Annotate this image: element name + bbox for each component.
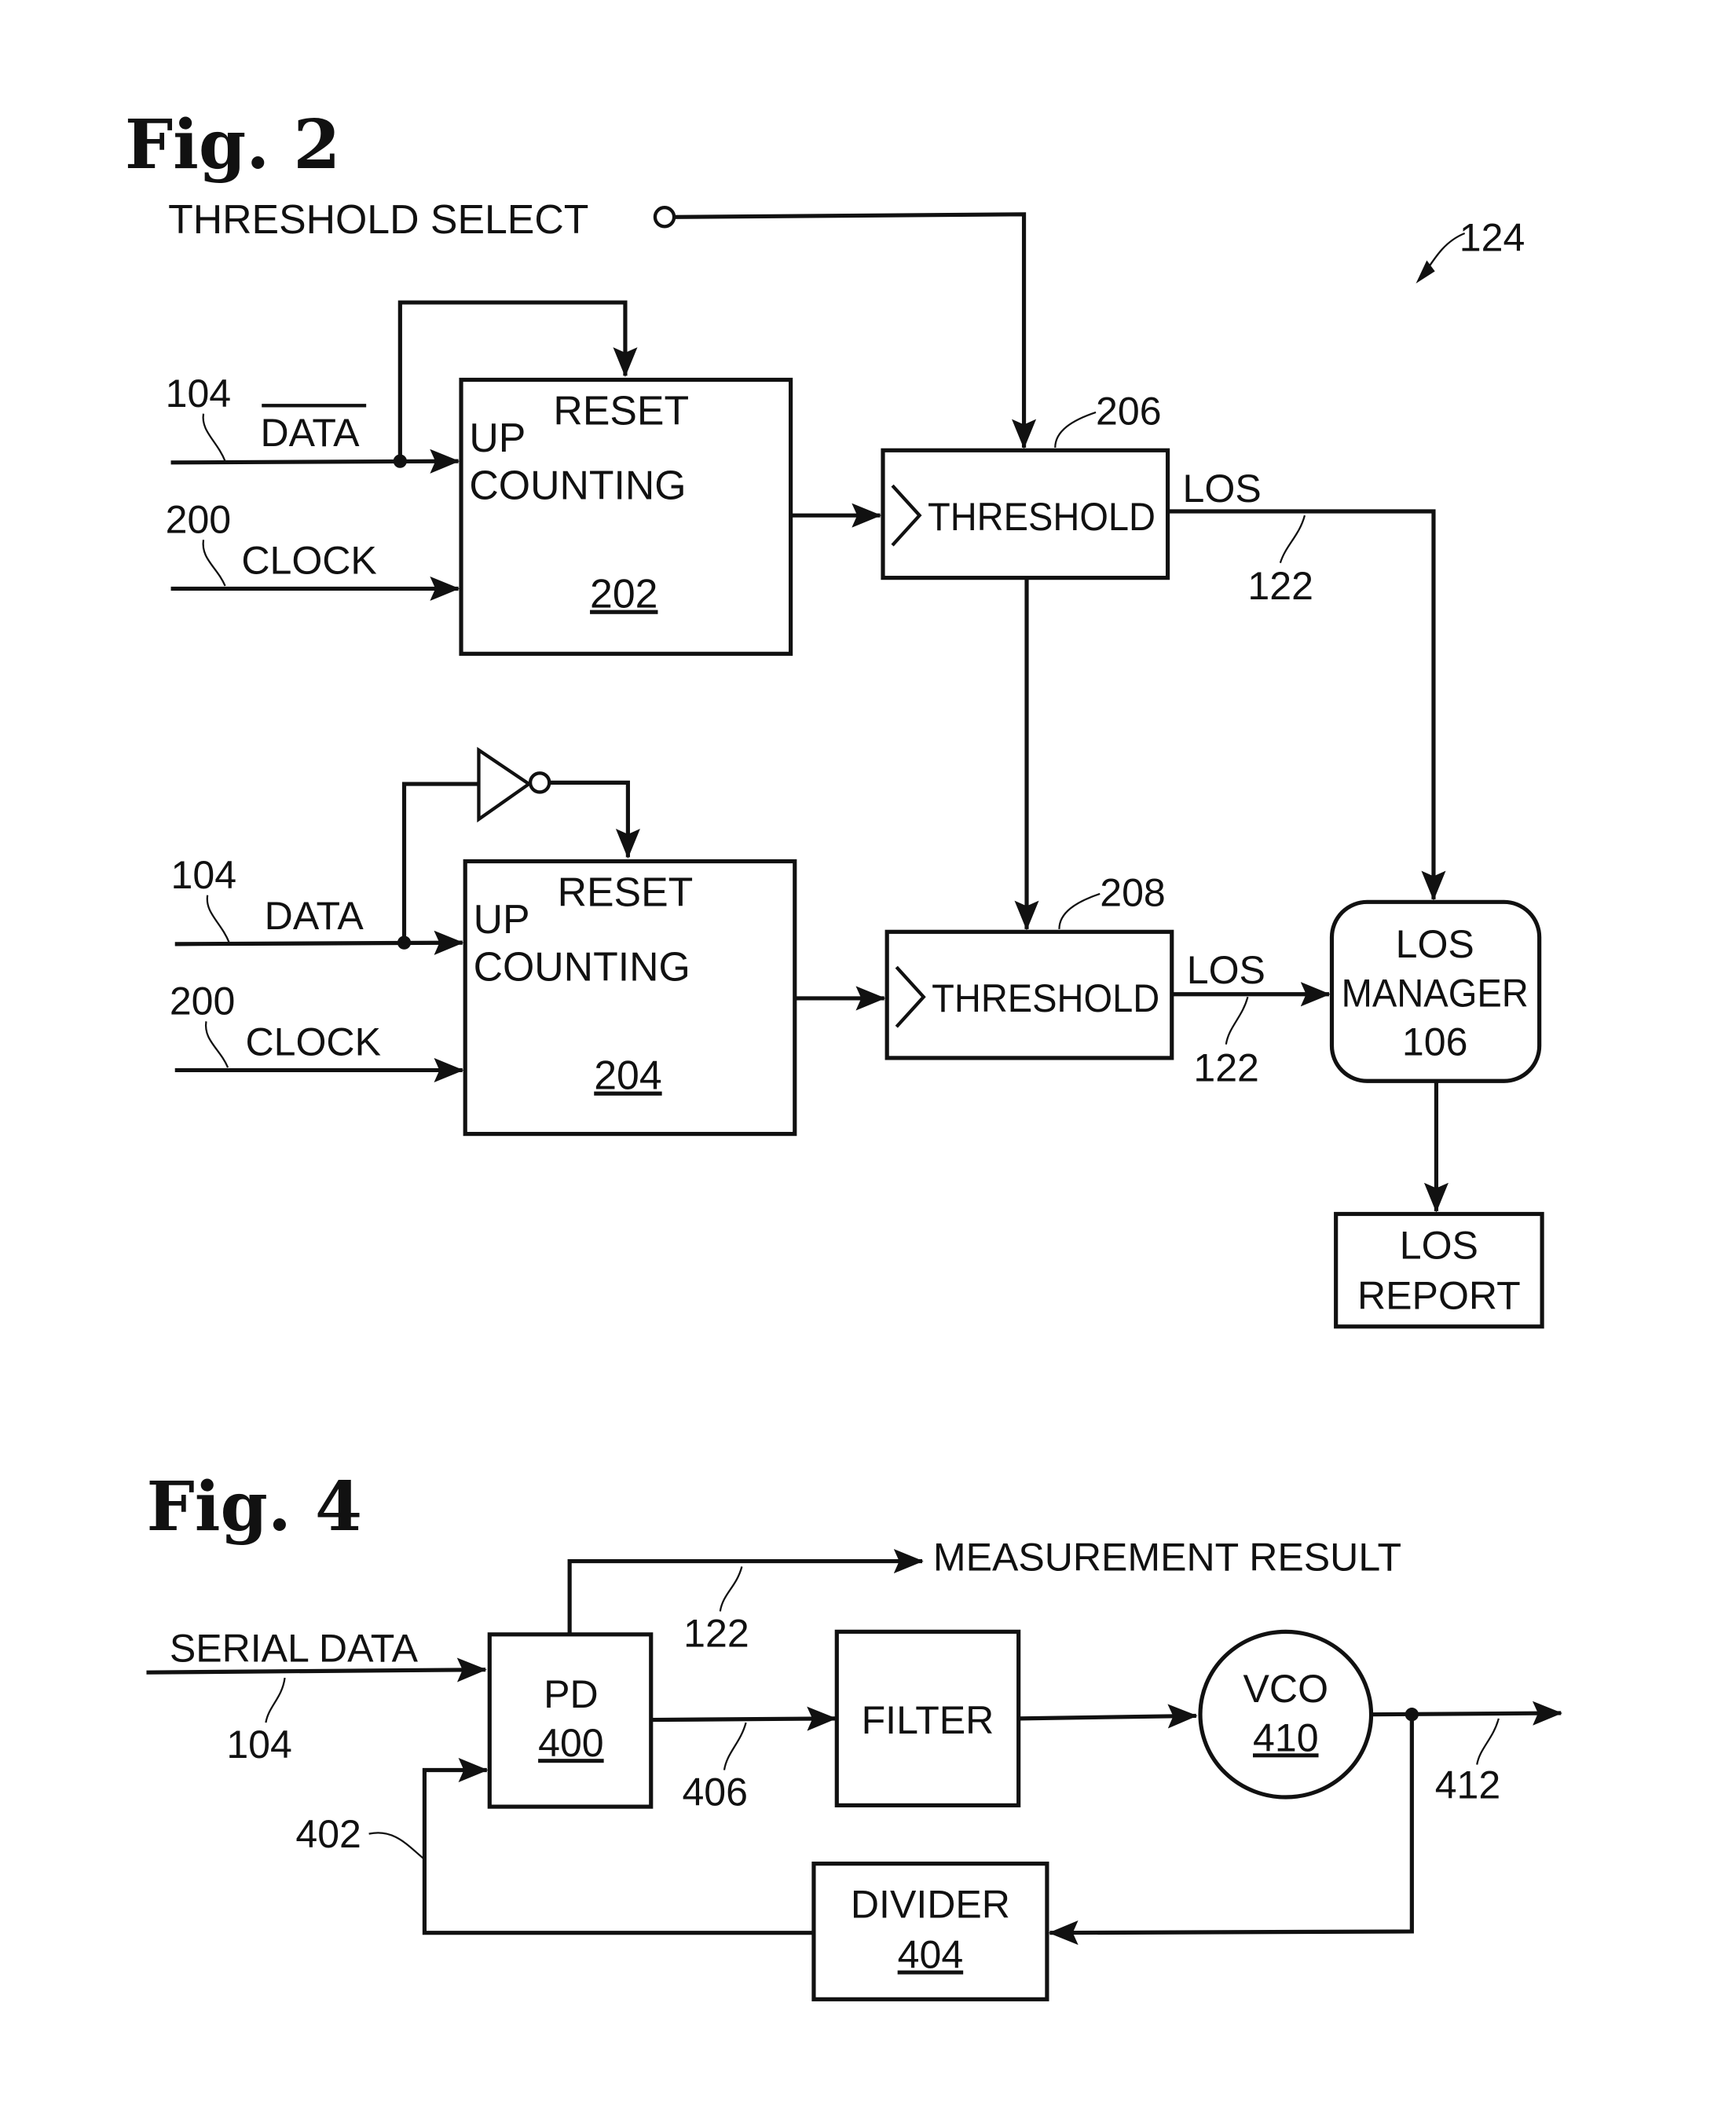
ref-122-bottom-leader (1225, 996, 1249, 1045)
bottom-clock-ref: 200 (170, 979, 236, 1023)
bottom-reset-wire-out (549, 780, 640, 859)
top-counting-label: COUNTING (469, 462, 686, 507)
los-manager-ref: 106 (1402, 1020, 1468, 1064)
bottom-data-leader (206, 895, 230, 943)
ref-124-arrowhead-icon (1416, 260, 1435, 284)
serial-data-wire (146, 1657, 487, 1682)
ref-206-leader (1054, 411, 1097, 448)
bottom-data-ref: 104 (171, 853, 237, 897)
threshold-206-ref: 206 (1096, 389, 1162, 433)
pd-out-ref: 406 (682, 1770, 748, 1814)
bottom-up-label: UP (474, 896, 530, 942)
inverter-bubble-icon (528, 771, 551, 794)
threshold-208-label: THRESHOLD (932, 976, 1159, 1020)
vco-block-410 (1198, 1629, 1374, 1800)
bottom-reset-label: RESET (558, 870, 694, 915)
top-data-leader (202, 413, 226, 462)
vco-ref: 410 (1253, 1715, 1319, 1759)
top-data-ref: 104 (166, 372, 232, 416)
pd-to-filter-wire (650, 1706, 837, 1731)
pd-ref: 400 (538, 1721, 604, 1765)
measurement-result-label: MEASUREMENT RESULT (933, 1536, 1401, 1580)
divider-ref: 404 (898, 1933, 964, 1977)
divider-label: DIVIDER (851, 1883, 1010, 1927)
measurement-ref: 122 (683, 1611, 749, 1655)
vco-output-wire (1371, 1701, 1562, 1726)
ref-122-top-leader (1279, 514, 1306, 563)
feedback-ref: 402 (295, 1812, 361, 1856)
patent-figure-sheet: Fig. 2 124 THRESHOLD SELECT 104 DATA 200… (125, 105, 1562, 2001)
vco-label: VCO (1243, 1667, 1328, 1711)
vco-out-ref: 412 (1435, 1763, 1501, 1807)
top-clock-label: CLOCK (241, 538, 376, 582)
top-data-wire (170, 449, 460, 474)
bottom-counting-label: COUNTING (474, 943, 690, 989)
top-clock-ref: 200 (166, 498, 232, 542)
inverter-gate-icon (477, 746, 533, 823)
top-clock-leader (202, 540, 226, 587)
filter-to-vco-wire (1018, 1704, 1198, 1729)
los-manager-line2: MANAGER (1342, 971, 1529, 1015)
threshold-select-terminal (653, 206, 676, 229)
ref-208-leader (1058, 892, 1101, 929)
bottom-clock-leader (205, 1021, 229, 1068)
figure-2: Fig. 2 124 THRESHOLD SELECT 104 DATA 200… (125, 105, 1544, 1329)
top-up-label: UP (469, 415, 526, 460)
pd-label: PD (544, 1672, 599, 1716)
los-manager-line1: LOS (1396, 922, 1474, 966)
ref-406-leader (723, 1722, 747, 1770)
bottom-data-label: DATA (265, 894, 364, 938)
threshold-206-label: THRESHOLD (928, 495, 1156, 539)
threshold-208-ref: 208 (1100, 871, 1166, 915)
serial-data-label: SERIAL DATA (170, 1626, 419, 1670)
ref-402-leader (368, 1832, 424, 1859)
top-counter-ref: 202 (590, 571, 657, 617)
bottom-data-wire (174, 930, 464, 955)
fig2-title: Fig. 2 (125, 105, 341, 185)
bottom-counter-ref: 204 (594, 1053, 661, 1098)
los-report-line2: REPORT (1357, 1273, 1521, 1317)
top-data-label: DATA (261, 411, 361, 455)
threshold-206-los-label: LOS (1183, 467, 1262, 511)
figure-4: Fig. 4 MEASUREMENT RESULT 122 SERIAL DAT… (146, 1467, 1562, 2001)
threshold-208-los-label: LOS (1187, 948, 1265, 992)
ref-104-fig4-leader (265, 1677, 286, 1723)
ref-122-fig4-leader (719, 1566, 743, 1612)
threshold-select-label: THRESHOLD SELECT (168, 196, 588, 242)
threshold-208-out-ref: 122 (1193, 1045, 1259, 1089)
top-reset-label: RESET (553, 387, 689, 433)
los-report-line1: LOS (1400, 1223, 1478, 1267)
threshold-206-out-ref: 122 (1247, 564, 1313, 608)
ref-412-leader (1476, 1718, 1500, 1765)
fig4-title: Fig. 4 (146, 1467, 362, 1547)
bottom-clock-label: CLOCK (246, 1020, 381, 1064)
filter-label: FILTER (862, 1698, 994, 1742)
fig2-ref-124: 124 (1459, 215, 1525, 259)
serial-data-ref: 104 (226, 1723, 292, 1767)
